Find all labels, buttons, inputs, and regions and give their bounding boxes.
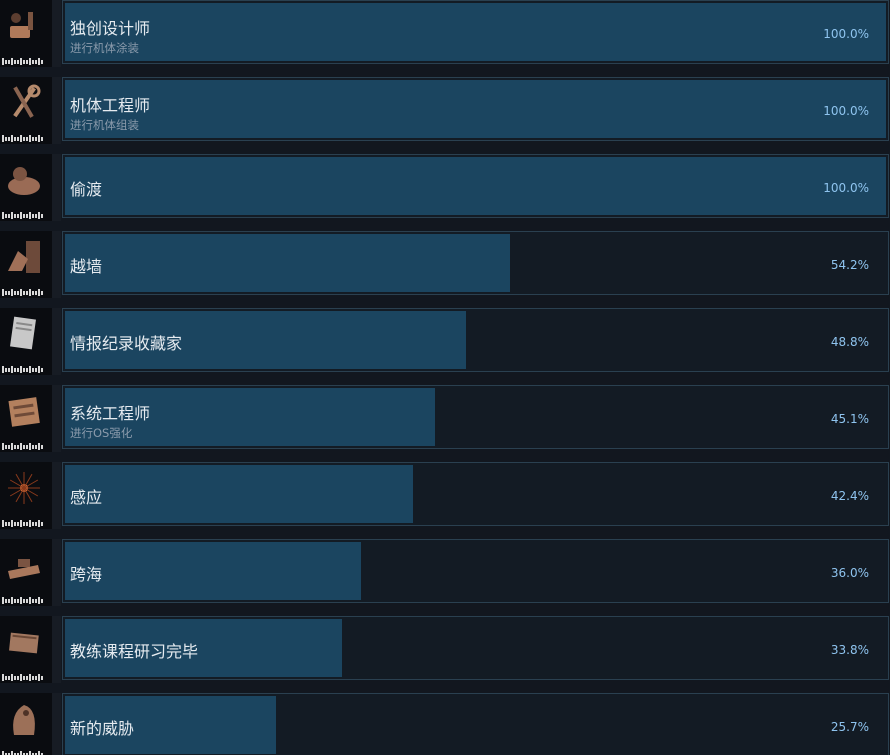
achievement-list: 独创设计师进行机体涂装 100.0% 机体工程师进行机体组装 100.0% 偷渡 100.… [0, 0, 890, 755]
achievement-name: 系统工程师 [70, 404, 151, 423]
achievement-thumbnail [0, 308, 52, 375]
progress-fill [65, 157, 886, 215]
progress-fill [65, 465, 413, 523]
achievement-percent: 33.8% [830, 643, 869, 657]
progress-fill [65, 234, 510, 292]
achievement-row: 新的威胁 25.7% [0, 693, 890, 755]
pixel-strip-icon [2, 205, 44, 219]
achievement-percent: 48.8% [830, 335, 869, 349]
achievement-thumbnail [0, 462, 52, 529]
progress-bar: 教练课程研习完毕 33.8% [62, 616, 889, 680]
pixel-strip-icon [2, 590, 44, 604]
achievement-row: 情报纪录收藏家 48.8% [0, 308, 890, 385]
row-divider [52, 539, 61, 606]
new-threat-icon [4, 699, 44, 739]
data-log-icon [4, 314, 44, 354]
achievement-thumbnail [0, 0, 52, 67]
progress-fill [65, 80, 886, 138]
achievement-thumbnail [0, 231, 52, 298]
achievement-row: 感应 42.4% [0, 462, 890, 539]
achievement-name: 独创设计师 [70, 19, 151, 38]
progress-bar: 机体工程师进行机体组装 100.0% [62, 77, 889, 141]
progress-bar: 感应 42.4% [62, 462, 889, 526]
achievement-percent: 45.1% [830, 412, 869, 426]
achievement-name: 教练课程研习完毕 [70, 642, 199, 661]
progress-bar: 系统工程师进行OS强化 45.1% [62, 385, 889, 449]
row-divider [52, 308, 61, 375]
pixel-strip-icon [2, 436, 44, 450]
pixel-strip-icon [2, 513, 44, 527]
achievement-thumbnail [0, 539, 52, 606]
achievement-thumbnail [0, 616, 52, 683]
row-divider [52, 462, 61, 529]
progress-fill [65, 542, 361, 600]
achievement-percent: 42.4% [830, 489, 869, 503]
stowaway-icon [4, 160, 44, 200]
achievement-name: 机体工程师 [70, 96, 151, 115]
row-divider [52, 77, 61, 144]
progress-bar: 偷渡 100.0% [62, 154, 889, 218]
achievement-percent: 54.2% [830, 258, 869, 272]
achievement-name: 越墙 [70, 257, 103, 276]
wall-climb-icon [4, 237, 44, 277]
progress-bar: 越墙 54.2% [62, 231, 889, 295]
achievement-row: 机体工程师进行机体组装 100.0% [0, 77, 890, 154]
achievement-name: 情报纪录收藏家 [70, 334, 183, 353]
pixel-strip-icon [2, 744, 44, 755]
pixel-strip-icon [2, 128, 44, 142]
training-manual-icon [4, 622, 44, 662]
system-chip-icon [4, 391, 44, 431]
achievement-percent: 25.7% [830, 720, 869, 734]
pixel-strip-icon [2, 359, 44, 373]
achievement-description: 进行机体涂装 [70, 41, 139, 55]
pixel-strip-icon [2, 51, 44, 65]
achievement-name: 跨海 [70, 565, 103, 584]
achievement-row: 越墙 54.2% [0, 231, 890, 308]
achievement-percent: 100.0% [823, 27, 869, 41]
achievement-row: 跨海 36.0% [0, 539, 890, 616]
progress-bar: 情报纪录收藏家 48.8% [62, 308, 889, 372]
achievement-row: 教练课程研习完毕 33.8% [0, 616, 890, 693]
achievement-row: 系统工程师进行OS强化 45.1% [0, 385, 890, 462]
progress-bar: 新的威胁 25.7% [62, 693, 889, 755]
sense-burst-icon [4, 468, 44, 508]
achievement-name: 偷渡 [70, 180, 103, 199]
achievement-row: 独创设计师进行机体涂装 100.0% [0, 0, 890, 77]
achievement-description: 进行机体组装 [70, 118, 139, 132]
achievement-thumbnail [0, 154, 52, 221]
row-divider [52, 385, 61, 452]
paint-brush-icon [4, 6, 44, 46]
achievement-row: 偷渡 100.0% [0, 154, 890, 231]
row-divider [52, 231, 61, 298]
sea-crossing-icon [4, 545, 44, 585]
achievement-thumbnail [0, 693, 52, 755]
achievement-name: 新的威胁 [70, 719, 135, 738]
row-divider [52, 154, 61, 221]
achievement-thumbnail [0, 385, 52, 452]
achievement-percent: 36.0% [830, 566, 869, 580]
progress-bar: 跨海 36.0% [62, 539, 889, 603]
achievement-thumbnail [0, 77, 52, 144]
row-divider [52, 0, 61, 67]
achievement-percent: 100.0% [823, 181, 869, 195]
wrench-icon [4, 83, 44, 123]
row-divider [52, 616, 61, 683]
achievement-description: 进行OS强化 [70, 426, 133, 440]
row-divider [52, 693, 61, 755]
progress-bar: 独创设计师进行机体涂装 100.0% [62, 0, 889, 64]
pixel-strip-icon [2, 667, 44, 681]
pixel-strip-icon [2, 282, 44, 296]
progress-fill [65, 3, 886, 61]
achievement-name: 感应 [70, 488, 103, 507]
achievement-percent: 100.0% [823, 104, 869, 118]
